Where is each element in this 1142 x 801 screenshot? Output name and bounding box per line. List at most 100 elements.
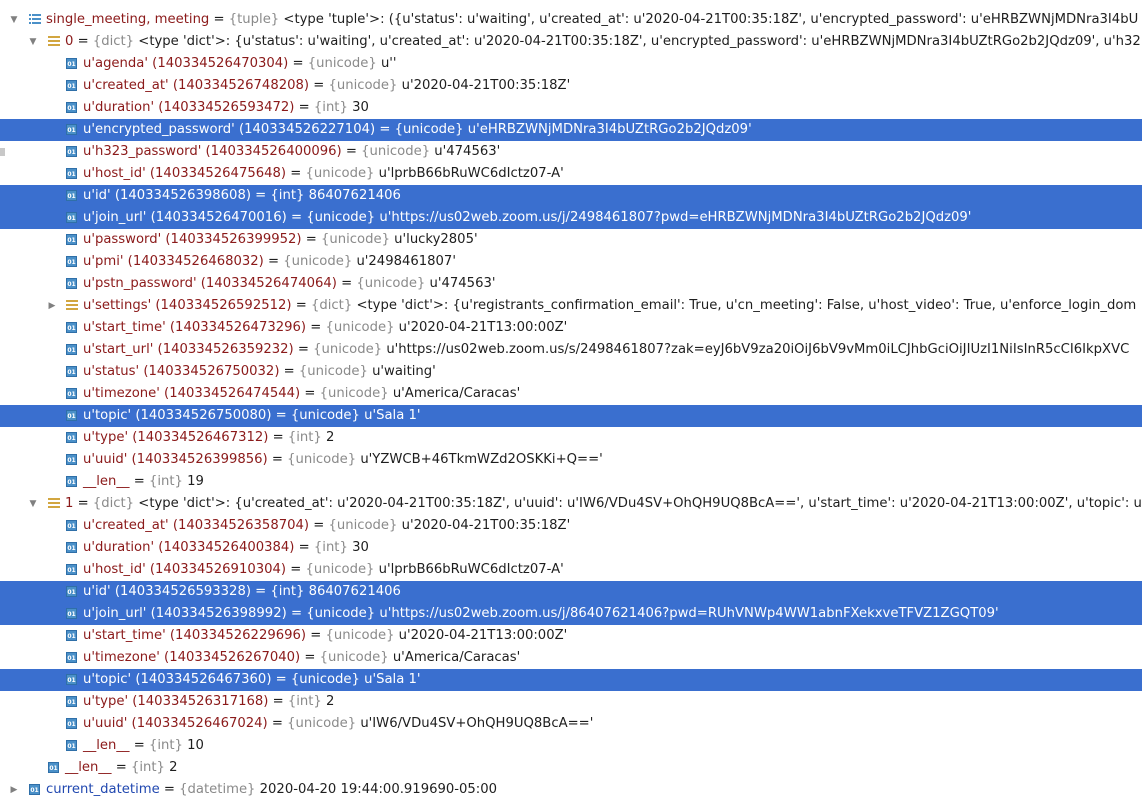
equals-sign: =	[293, 342, 314, 357]
tree-row[interactable]: 01 u'join_url' (140334526398992) = {unico…	[0, 603, 1142, 625]
expand-arrow-icon[interactable]: ▶	[8, 779, 20, 801]
variable-name: u'pmi' (140334526468032)	[83, 254, 264, 269]
tree-row[interactable]: 01 u'status' (140334526750032) = {unicode…	[0, 361, 1142, 383]
variable-name: u'duration' (140334526400384)	[83, 540, 295, 555]
tree-row[interactable]: 01 u'uuid' (140334526399856) = {unicode} …	[0, 449, 1142, 471]
tree-row[interactable]: ▶ 01 current_datetime = {datetime} 2020-04…	[0, 779, 1142, 801]
variable-value: <type 'dict'>: {u'status': u'waiting', u…	[138, 34, 1141, 49]
tree-row[interactable]: 01 u'h323_password' (140334526400096) = {…	[0, 141, 1142, 163]
variable-type: {unicode}	[287, 716, 357, 731]
variable-type: {int}	[148, 474, 183, 489]
tree-row[interactable]: 01 __len__ = {int} 2	[0, 757, 1142, 779]
tree-row[interactable]: ▼ 0 = {dict} <type 'dict'>: {u'status': u…	[0, 31, 1142, 53]
value-icon: 01	[66, 740, 77, 751]
tree-row[interactable]: ▼ 1 = {dict} <type 'dict'>: {u'created_at…	[0, 493, 1142, 515]
tree-row[interactable]: ▼ single_meeting, meeting = {tuple} <type…	[0, 9, 1142, 31]
variable-type: {datetime}	[179, 782, 256, 797]
tree-row[interactable]: 01 u'type' (140334526317168) = {int} 2	[0, 691, 1142, 713]
variable-value: u'474563'	[434, 144, 501, 159]
equals-sign: =	[375, 122, 395, 137]
variable-type: {unicode}	[283, 254, 353, 269]
variable-name: u'type' (140334526467312)	[83, 430, 269, 445]
tree-row[interactable]: 01 u'created_at' (140334526748208) = {uni…	[0, 75, 1142, 97]
equals-sign: =	[129, 738, 149, 753]
equals-sign: =	[279, 364, 299, 379]
tree-row[interactable]: 01 u'timezone' (140334526267040) = {unico…	[0, 647, 1142, 669]
row-text: u'duration' (140334526400384) = {int} 30	[83, 537, 369, 559]
tree-row[interactable]: ▶ u'settings' (140334526592512) = {dict} …	[0, 295, 1142, 317]
equals-sign: =	[309, 78, 329, 93]
variable-type: {int}	[270, 584, 305, 599]
row-text: u'start_url' (140334526359232) = {unicod…	[83, 339, 1129, 361]
value-icon: 01	[66, 564, 77, 575]
variable-value: 19	[187, 474, 204, 489]
variable-value: u'eHRBZWNjMDNra3I4bUZtRGo2b2JQdz09'	[467, 122, 752, 137]
dict-icon	[48, 35, 60, 47]
tree-row[interactable]: 01 u'duration' (140334526400384) = {int} …	[0, 537, 1142, 559]
variable-name: single_meeting, meeting	[46, 12, 210, 27]
tree-row[interactable]: 01 u'encrypted_password' (140334526227104…	[0, 119, 1142, 141]
tree-row[interactable]: 01 u'pstn_password' (140334526474064) = {…	[0, 273, 1142, 295]
row-text: u'timezone' (140334526267040) = {unicode…	[83, 647, 520, 669]
tree-row[interactable]: 01 u'start_time' (140334526473296) = {uni…	[0, 317, 1142, 339]
expand-arrow-icon[interactable]: ▶	[46, 295, 58, 317]
variable-type: {unicode}	[313, 342, 383, 357]
tree-row[interactable]: 01 u'host_id' (140334526475648) = {unicod…	[0, 163, 1142, 185]
variable-type: {int}	[287, 430, 322, 445]
equals-sign: =	[291, 298, 311, 313]
row-text: u'created_at' (140334526748208) = {unico…	[83, 75, 570, 97]
tree-row[interactable]: 01 u'start_url' (140334526359232) = {unic…	[0, 339, 1142, 361]
tree-row[interactable]: 01 u'duration' (140334526593472) = {int} …	[0, 97, 1142, 119]
tree-row[interactable]: 01 u'timezone' (140334526474544) = {unico…	[0, 383, 1142, 405]
tree-row[interactable]: 01 u'pmi' (140334526468032) = {unicode} u…	[0, 251, 1142, 273]
equals-sign: =	[267, 452, 288, 467]
equals-sign: =	[268, 430, 288, 445]
variable-type: {int}	[270, 188, 305, 203]
tree-row[interactable]: 01 u'created_at' (140334526358704) = {uni…	[0, 515, 1142, 537]
tree-row[interactable]: 01 u'uuid' (140334526467024) = {unicode} …	[0, 713, 1142, 735]
value-icon: 01	[66, 718, 77, 729]
equals-sign: =	[73, 34, 93, 49]
equals-sign: =	[73, 496, 93, 511]
variable-name: u'h323_password' (140334526400096)	[83, 144, 342, 159]
value-icon: 01	[66, 146, 77, 157]
equals-sign: =	[309, 518, 329, 533]
tree-row[interactable]: 01 u'start_time' (140334526229696) = {uni…	[0, 625, 1142, 647]
row-text: u'start_time' (140334526473296) = {unico…	[83, 317, 567, 339]
row-text: u'uuid' (140334526467024) = {unicode} u'…	[83, 713, 593, 735]
tree-row[interactable]: 01 u'password' (140334526399952) = {unico…	[0, 229, 1142, 251]
tree-row[interactable]: 01 u'topic' (140334526467360) = {unicode}…	[0, 669, 1142, 691]
tree-row[interactable]: 01 u'id' (140334526593328) = {int} 864076…	[0, 581, 1142, 603]
tree-row[interactable]: 01 u'topic' (140334526750080) = {unicode}…	[0, 405, 1142, 427]
tree-row[interactable]: 01 u'host_id' (140334526910304) = {unicod…	[0, 559, 1142, 581]
tree-row[interactable]: 01 __len__ = {int} 10	[0, 735, 1142, 757]
collapse-arrow-icon[interactable]: ▼	[27, 493, 39, 515]
variable-name: u'start_url' (140334526359232)	[83, 342, 294, 357]
variable-name: u'start_time' (140334526229696)	[83, 628, 307, 643]
variable-name: u'host_id' (140334526475648)	[83, 166, 287, 181]
collapse-arrow-icon[interactable]: ▼	[27, 31, 39, 53]
variable-name: u'status' (140334526750032)	[83, 364, 280, 379]
value-icon: 01	[66, 366, 77, 377]
variable-type: {unicode}	[298, 364, 368, 379]
row-text: u'join_url' (140334526470016) = {unicode…	[83, 207, 971, 229]
variable-name: current_datetime	[46, 782, 160, 797]
variable-type: {int}	[148, 738, 183, 753]
variable-name: u'duration' (140334526593472)	[83, 100, 295, 115]
tree-row[interactable]: 01 u'join_url' (140334526470016) = {unico…	[0, 207, 1142, 229]
row-text: u'pmi' (140334526468032) = {unicode} u'2…	[83, 251, 456, 273]
variable-value: u'2020-04-21T13:00:00Z'	[398, 320, 568, 335]
tree-row[interactable]: 01 u'type' (140334526467312) = {int} 2	[0, 427, 1142, 449]
value-icon: 01	[66, 520, 77, 531]
tree-row[interactable]: 01 __len__ = {int} 19	[0, 471, 1142, 493]
collapse-arrow-icon[interactable]: ▼	[8, 9, 20, 31]
row-text: u'status' (140334526750032) = {unicode} …	[83, 361, 436, 383]
tree-row[interactable]: 01 u'agenda' (140334526470304) = {unicode…	[0, 53, 1142, 75]
variable-type: {dict}	[92, 34, 135, 49]
variable-value: u'YZWCB+46TkmWZd2OSKKi+Q=='	[360, 452, 603, 467]
variable-value: 2	[169, 760, 178, 775]
variable-name: u'topic' (140334526467360)	[83, 672, 272, 687]
variable-name: u'id' (140334526593328)	[83, 584, 251, 599]
equals-sign: =	[294, 540, 314, 555]
tree-row[interactable]: 01 u'id' (140334526398608) = {int} 864076…	[0, 185, 1142, 207]
